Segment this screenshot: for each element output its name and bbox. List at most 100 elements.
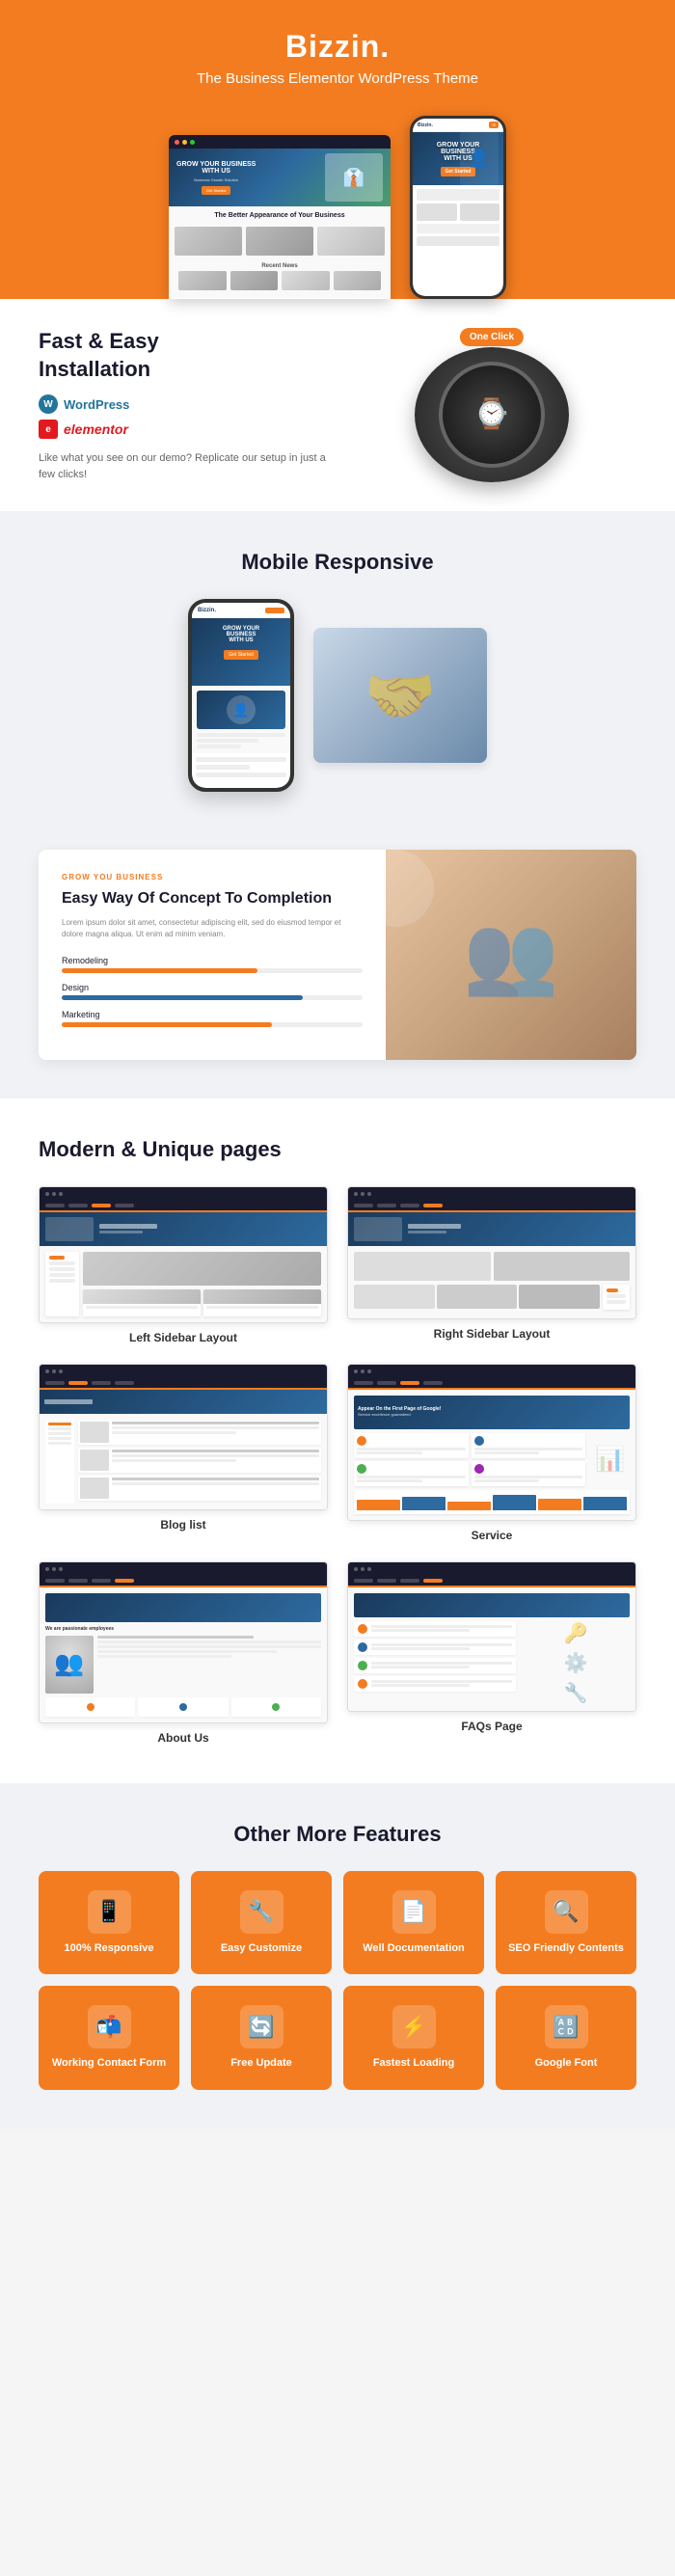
seo-icon: 🔍 [545,1890,588,1934]
mobile-phone-menu [265,608,284,613]
font-label: Google Font [535,2056,598,2070]
customize-icon: 🔧 [240,1890,284,1934]
phone-screen: Bizzin. ☰ GROW YOURBUSINESSWITH US Get S… [413,119,503,296]
mobile-phone-hero: GROW YOURBUSINESSWITH US Get Started [192,618,290,686]
concept-left: GROW YOU BUSINESS Easy Way Of Concept To… [39,850,386,1060]
mobile-hero-cta: Get Started [224,650,258,660]
feature-update: 🔄 Free Update [191,1986,332,2089]
mobile-phone-screen: Bizzin. GROW YOURBUSINESSWITH US Get Sta… [192,603,290,788]
phone-content [413,185,503,250]
page-mockup-header-6 [348,1562,635,1576]
mobile-section: Mobile Responsive Bizzin. GROW YOURBUSIN… [0,511,675,830]
page-nav-bar-3 [40,1378,327,1390]
page-nav-bar-2 [348,1201,635,1212]
feature-customize: 🔧 Easy Customize [191,1871,332,1974]
dot-yellow [182,140,187,145]
feature-seo: 🔍 SEO Friendly Contents [496,1871,636,1974]
update-label: Free Update [230,2056,292,2070]
desktop-titlebar [169,135,391,149]
install-logos: W WordPress e elementor [39,394,328,439]
page-nav-bar-4 [348,1378,635,1390]
update-icon: 🔄 [240,2005,284,2048]
page-label-about: About Us [157,1731,208,1745]
mobile-phone-logo: Bizzin. [198,608,216,613]
features-grid: 📱 100% Responsive 🔧 Easy Customize 📄 Wel… [39,1871,636,2090]
page-label-blog: Blog list [160,1518,205,1532]
wordpress-label: WordPress [64,397,129,412]
progress-fill-2 [62,995,303,1000]
concept-people-icon: 👥 [444,890,579,1019]
page-label-left-sidebar: Left Sidebar Layout [129,1331,237,1344]
pages-section: Modern & Unique pages [0,1098,675,1783]
phone-nav: Bizzin. ☰ [413,119,503,132]
page-mockup-body-6: 🔑 ⚙️ 🔧 [348,1587,635,1711]
one-click-badge: One Click [460,328,524,346]
concept-tag: GROW YOU BUSINESS [62,873,363,881]
page-label-service: Service [472,1529,513,1542]
page-nav-bar-6 [348,1576,635,1587]
phone-nav-logo: Bizzin. [418,122,433,128]
progress-fill-1 [62,968,257,973]
progress-marketing: Marketing [62,1010,363,1027]
font-icon: 🔠 [545,2005,588,2048]
hero-title: Bizzin. [19,29,656,65]
responsive-icon: 📱 [88,1890,131,1934]
hero-subtitle: The Business Elementor WordPress Theme [19,70,656,87]
desktop-hero-text: GROW YOUR BUSINESSWITH US Business Growt… [176,161,256,195]
page-mockup-body [40,1212,327,1322]
concept-section: GROW YOU BUSINESS Easy Way Of Concept To… [0,830,675,1098]
hero-images: GROW YOUR BUSINESSWITH US Business Growt… [19,106,656,299]
progress-fill-3 [62,1022,272,1027]
page-mockup-body-4: Appear On the First Page of Google!Servi… [348,1390,635,1520]
documentation-label: Well Documentation [363,1941,465,1955]
contact-icon: 📬 [88,2005,131,2048]
elementor-icon: e [39,420,58,439]
progress-label-1: Remodeling [62,956,363,965]
page-mockup-about: We are passionate employees 👥 [39,1561,328,1723]
progress-label-3: Marketing [62,1010,363,1019]
watch-hands: ⌚ [473,400,509,429]
watch-face: ⌚ [439,362,545,468]
mobile-showcase: Bizzin. GROW YOURBUSINESSWITH US Get Sta… [39,599,636,792]
hero-section: Bizzin. The Business Elementor WordPress… [0,0,675,299]
feature-font: 🔠 Google Font [496,1986,636,2089]
loading-icon: ⚡ [392,2005,436,2048]
concept-right: 👥 [386,850,636,1060]
page-mockup-left-sidebar [39,1186,328,1323]
progress-remodeling: Remodeling [62,956,363,973]
hero-phone-mockup: Bizzin. ☰ GROW YOURBUSINESSWITH US Get S… [410,116,506,299]
contact-label: Working Contact Form [52,2056,166,2070]
page-item-left-sidebar: Left Sidebar Layout [39,1186,328,1344]
wp-icon: W [39,394,58,414]
concept-card: GROW YOU BUSINESS Easy Way Of Concept To… [39,850,636,1060]
pages-section-title: Modern & Unique pages [39,1137,636,1162]
wordpress-logo: W WordPress [39,394,328,414]
feature-responsive: 📱 100% Responsive [39,1871,179,1974]
page-item-service: Appear On the First Page of Google!Servi… [347,1364,636,1542]
mobile-phone-content [192,753,290,784]
phone-nav-btn: ☰ [489,122,499,128]
pages-grid: Left Sidebar Layout [39,1186,636,1745]
customize-label: Easy Customize [221,1941,302,1955]
desktop-content-section: The Better Appearance of Your Business R… [169,206,391,298]
elementor-logo: e elementor [39,420,328,439]
mobile-section-title: Mobile Responsive [39,550,636,575]
hands-icon: 🤝 [364,662,437,730]
feature-documentation: 📄 Well Documentation [343,1871,484,1974]
install-description: Like what you see on our demo? Replicate… [39,450,328,482]
page-label-faq: FAQs Page [461,1720,522,1733]
page-mockup-blog [39,1364,328,1510]
page-mockup-header-2 [348,1187,635,1201]
page-mockup-header [40,1187,327,1201]
dot-green [190,140,195,145]
seo-label: SEO Friendly Contents [508,1941,624,1955]
documentation-icon: 📄 [392,1890,436,1934]
concept-desc: Lorem ipsum dolor sit amet, consectetur … [62,917,363,940]
feature-contact: 📬 Working Contact Form [39,1986,179,2089]
loading-label: Fastest Loading [373,2056,454,2070]
hero-desktop-mockup: GROW YOUR BUSINESSWITH US Business Growt… [169,135,391,299]
install-section: Fast & EasyInstallation W WordPress e el… [0,299,675,511]
progress-bg-2 [62,995,363,1000]
responsive-label: 100% Responsive [65,1941,154,1955]
progress-bg-3 [62,1022,363,1027]
